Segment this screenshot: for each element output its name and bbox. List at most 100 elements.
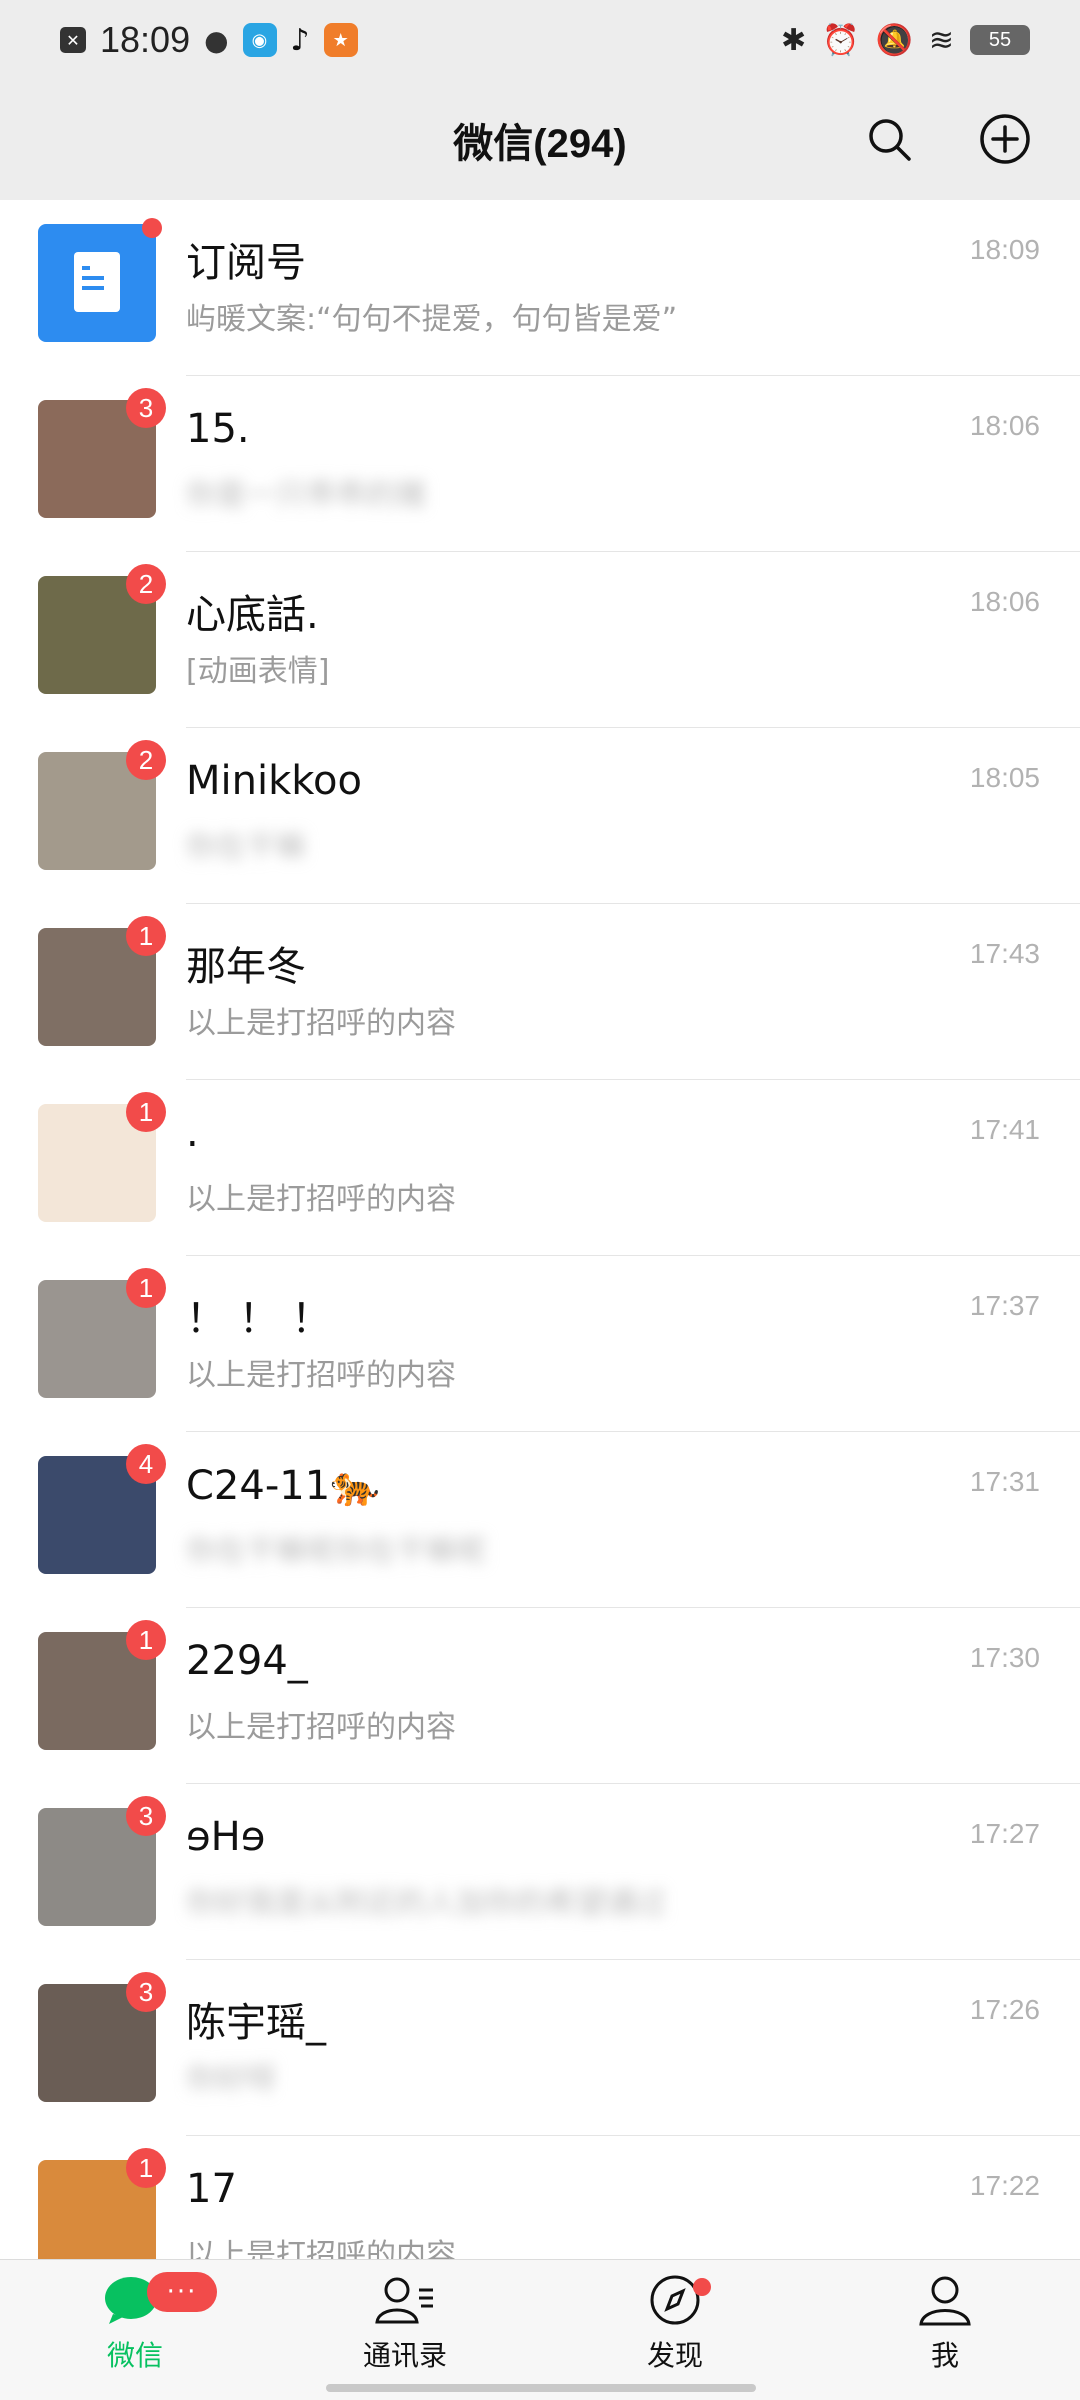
unread-badge: 3 [126,1796,166,1836]
chat-time: 17:22 [969,2170,1040,2201]
chat-preview: [动画表情] [186,654,330,689]
plus-circle-icon [980,114,1030,164]
search-button[interactable] [854,104,924,174]
chat-preview: 以上是打招呼的内容 [186,1006,456,1041]
unread-badge: 3 [126,388,166,428]
contacts-icon [373,2274,437,2330]
chat-name: 订阅号 [186,240,306,286]
tab-label: 我 [930,2339,959,2372]
unread-badge: 1 [126,1620,166,1660]
chat-name: 那年冬 [186,944,306,990]
unread-dot [142,218,162,238]
chat-name: 陈宇瑶_ [186,2000,326,2046]
tab-badge-dot [693,2278,711,2296]
close-app-icon: ✕ [60,27,86,53]
tab-label: 发现 [646,2339,703,2372]
chat-preview: 屿暖文案:“句句不提爱，句句皆是爱” [186,302,678,337]
chat-name: ！ ！ ！ [186,1296,332,1342]
chat-list-item[interactable]: 3 15. 你是一只乖乖的猪 18:06 [0,376,1080,552]
unread-badge: 1 [126,2148,166,2188]
status-bar: ✕ 18:09 ● ◉ ♪ ★ ✱ ⏰ 🔕 ≋ 55 [0,0,1080,80]
chat-list-item[interactable]: 3 陈宇瑶_ 你好呀 17:26 [0,1960,1080,2136]
status-right: ✱ ⏰ 🔕 ≋ 55 [781,23,1030,58]
profile-icon [913,2274,977,2330]
chat-time: 17:26 [969,1994,1040,2025]
tab-compass[interactable]: 发现 [575,2260,775,2400]
unread-badge: 1 [126,1268,166,1308]
chat-preview: 以上是打招呼的内容 [186,1710,456,1745]
avatar[interactable]: 1 [38,2148,166,2260]
chat-name: C24-11🐅 [186,1463,380,1509]
avatar[interactable]: 1 [38,1092,166,1222]
chat-list: 订阅号屿暖文案:“句句不提爱，句句皆是爱” 18:09 3 15. 你是一只乖乖的猪 18… [0,200,1080,2260]
mute-icon: 🔕 [875,22,913,58]
add-button[interactable] [970,104,1040,174]
chat-list-item[interactable]: 3 ɘHɘ 你好我是从附近的人加你的希望通过 17:27 [0,1784,1080,1960]
page-title: 微信(294) [453,122,627,166]
top-bar: 微信(294) [0,80,1080,200]
chat-name: ɘHɘ [186,1814,266,1860]
unread-badge: 1 [126,916,166,956]
tab-profile[interactable]: 我 [845,2260,1045,2400]
radio-app-icon: ◉ [242,23,277,57]
game-app-icon: ★ [323,23,358,57]
tab-contacts[interactable]: 通讯录 [305,2260,505,2400]
chat-preview: 你是一只乖乖的猪 [186,478,426,513]
tab-chat[interactable]: ··· 微信 [35,2260,235,2400]
avatar[interactable]: 3 [38,388,166,518]
avatar[interactable] [38,218,162,342]
chat-name: 2294_ [186,1638,308,1684]
unread-badge: 1 [126,1092,166,1132]
chat-preview: 你在干嘛 [186,830,306,865]
avatar[interactable]: 2 [38,564,166,694]
tab-label: 通讯录 [362,2339,447,2372]
avatar[interactable]: 3 [38,1796,166,1926]
chat-list-item[interactable]: 1 17 以上是打招呼的内容 17:22 [0,2136,1080,2260]
chat-time: 18:09 [969,234,1040,265]
status-time: 18:09 [100,19,191,60]
chat-time: 17:43 [969,938,1040,969]
chat-list-item[interactable]: 1 那年冬以上是打招呼的内容 17:43 [0,904,1080,1080]
bluetooth-icon: ✱ [781,22,807,58]
chat-name: Minikkoo [186,758,362,804]
battery-indicator: 55 [970,25,1030,55]
header-actions [854,104,1040,174]
chat-name: 心底話. [186,592,319,638]
chat-list-item[interactable]: 订阅号屿暖文案:“句句不提爱，句句皆是爱” 18:09 [0,200,1080,376]
chat-list-item[interactable]: 4 C24-11🐅 你在干嘛呢你在干嘛呢 17:31 [0,1432,1080,1608]
chat-time: 17:31 [969,1466,1040,1497]
avatar[interactable]: 1 [38,1620,166,1750]
unread-badge: 2 [126,564,166,604]
chat-time: 17:41 [969,1114,1040,1145]
avatar[interactable]: 3 [38,1972,166,2102]
tiktok-icon: ♪ [290,22,310,58]
chat-preview: 你好呀 [186,2062,276,2097]
chat-list-item[interactable]: 2 Minikkoo 你在干嘛 18:05 [0,728,1080,904]
chat-list-item[interactable]: 1 2294_ 以上是打招呼的内容 17:30 [0,1608,1080,1784]
chat-time: 18:06 [969,586,1040,617]
chat-time: 17:27 [969,1818,1040,1849]
chat-list-item[interactable]: 1 ！ ！ ！ 以上是打招呼的内容 17:37 [0,1256,1080,1432]
wifi-icon: ≋ [928,22,954,58]
search-icon [869,119,911,161]
chat-name: 15. [186,406,250,452]
chat-bubble-icon: ● [204,23,229,57]
chat-preview: 以上是打招呼的内容 [186,1358,456,1393]
chat-preview: 你在干嘛呢你在干嘛呢 [186,1534,486,1569]
bottom-tab-bar: ··· 微信 通讯录 发现 我 [0,2259,1080,2400]
chat-name: . [186,1110,199,1156]
chat-preview: 以上是打招呼的内容 [186,2238,456,2260]
chat-time: 17:30 [969,1642,1040,1673]
avatar[interactable]: 1 [38,1268,166,1398]
unread-badge: 3 [126,1972,166,2012]
tab-label: 微信 [106,2339,163,2372]
chat-list-item[interactable]: 2 心底話. [动画表情] 18:06 [0,552,1080,728]
avatar[interactable]: 4 [38,1444,166,1574]
chat-time: 18:05 [969,762,1040,793]
chat-list-item[interactable]: 1. 以上是打招呼的内容 17:41 [0,1080,1080,1256]
avatar[interactable]: 1 [38,916,166,1046]
avatar[interactable]: 2 [38,740,166,870]
chat-preview: 你好我是从附近的人加你的希望通过 [186,1886,666,1921]
home-indicator[interactable] [326,2384,756,2392]
chat-time: 18:06 [969,410,1040,441]
